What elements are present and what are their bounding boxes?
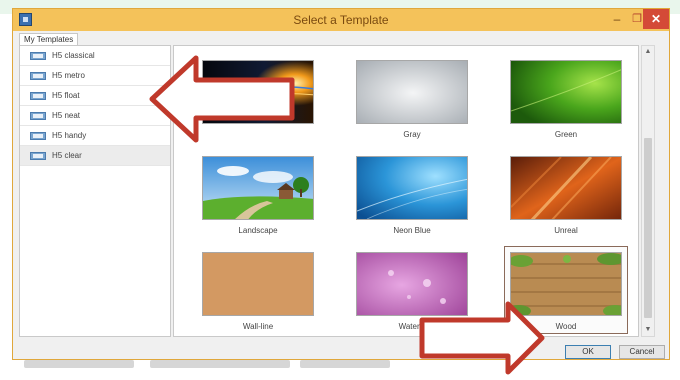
thumbnail-item[interactable]: Green [496, 56, 636, 150]
template-label: H5 handy [52, 131, 87, 140]
template-label: H5 classical [52, 51, 95, 60]
template-icon [30, 72, 46, 80]
thumbnail-label: Wall-line [242, 322, 274, 331]
template-label: H5 metro [52, 71, 85, 80]
wall-texture-image [202, 252, 314, 316]
template-icon [30, 52, 46, 60]
blurred-text [24, 360, 134, 368]
title-bar[interactable]: Select a Template – ❐ ✕ [13, 9, 669, 31]
select-template-dialog: Select a Template – ❐ ✕ My Templates H5 … [12, 8, 670, 360]
neon-blue-image [356, 156, 468, 220]
thumbnail-item[interactable]: Landscape [188, 152, 328, 246]
thumbnail-label: Neon Blue [393, 226, 431, 235]
template-label: H5 float [52, 91, 80, 100]
cancel-button[interactable]: Cancel [619, 345, 665, 359]
template-icon [30, 152, 46, 160]
thumbnail-item[interactable]: Wall-line [188, 248, 328, 336]
green-gradient-image [510, 60, 622, 124]
blurred-text [300, 360, 390, 368]
dialog-title: Select a Template [293, 13, 389, 27]
right-arrow-icon [419, 301, 545, 375]
gray-gradient-image [356, 60, 468, 124]
template-icon [30, 92, 46, 100]
template-label: H5 clear [52, 151, 82, 160]
scroll-thumb[interactable] [644, 138, 652, 318]
close-button[interactable]: ✕ [643, 9, 669, 29]
thumbnail-label: Gray [403, 130, 421, 139]
landscape-image [202, 156, 314, 220]
ok-button[interactable]: OK [565, 345, 611, 359]
scroll-up-arrow-icon[interactable]: ▲ [642, 46, 654, 58]
blurred-text [150, 360, 290, 368]
template-label: H5 neat [52, 111, 81, 120]
template-item-selected[interactable]: H5 clear [20, 146, 170, 166]
thumbnail-item[interactable]: Gray [342, 56, 482, 150]
vertical-scrollbar[interactable]: ▲ ▼ [641, 45, 655, 337]
thumbnail-item[interactable]: Neon Blue [342, 152, 482, 246]
thumbnail-label: Green [554, 130, 578, 139]
thumbnail-label: Unreal [554, 226, 578, 235]
thumbnail-label: Landscape [238, 226, 278, 235]
template-icon [30, 132, 46, 140]
orange-streak-image [510, 156, 622, 220]
minimize-button[interactable]: – [607, 9, 627, 29]
template-icon [30, 112, 46, 120]
left-arrow-icon [149, 55, 295, 143]
thumbnail-item[interactable]: Unreal [496, 152, 636, 246]
scroll-down-arrow-icon[interactable]: ▼ [642, 324, 654, 336]
